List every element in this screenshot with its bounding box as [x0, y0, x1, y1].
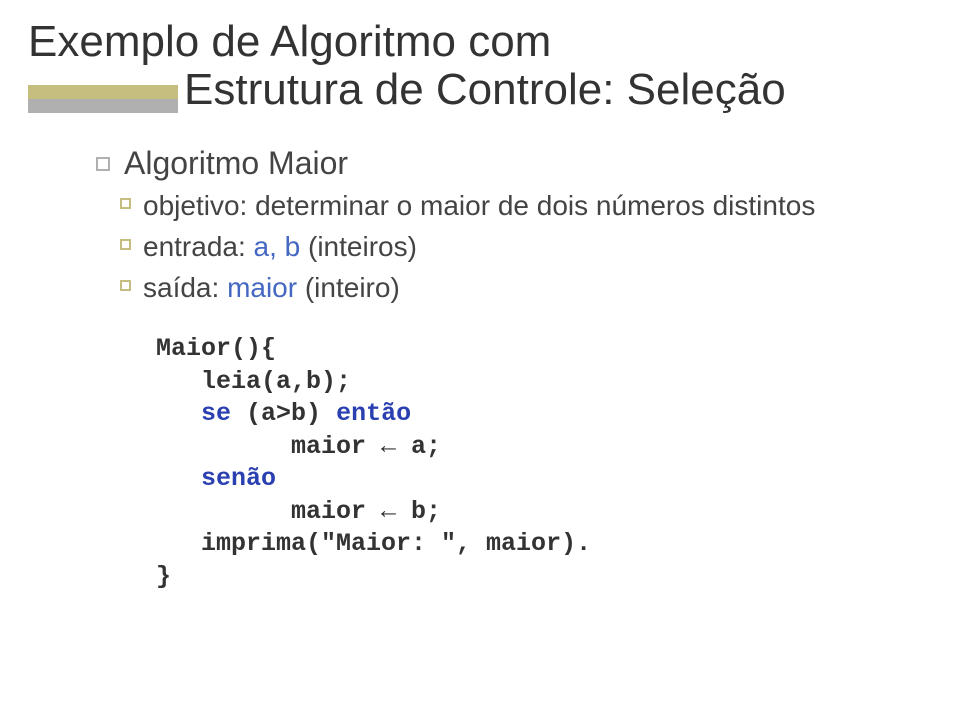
square-bullet-small-icon — [120, 239, 131, 250]
code-line-7: imprima("Maior: ", maior). — [156, 528, 912, 561]
bullet-level2-entrada: entrada: a, b (inteiros) — [120, 229, 912, 264]
slide: Exemplo de Algoritmo com Estrutura de Co… — [0, 0, 960, 720]
code-line-6: maior ← b; — [156, 496, 912, 529]
bullet-level2-saida: saída: maior (inteiro) — [120, 270, 912, 305]
code-l5-pre — [156, 464, 201, 493]
bullet-level1-text: Algoritmo Maior — [124, 145, 348, 182]
slide-title-line1: Exemplo de Algoritmo com — [28, 18, 960, 66]
square-bullet-small-icon — [120, 198, 131, 209]
code-line-4: maior ← a; — [156, 431, 912, 464]
slide-body: Algoritmo Maior objetivo: determinar o m… — [0, 113, 960, 593]
entrada-post: (inteiros) — [300, 231, 417, 262]
code-line-8: } — [156, 561, 912, 594]
bullet-saida-text: saída: maior (inteiro) — [143, 270, 400, 305]
slide-title-block: Exemplo de Algoritmo com Estrutura de Co… — [0, 18, 960, 113]
accent-olive-bar — [28, 85, 178, 99]
saida-post: (inteiro) — [297, 272, 400, 303]
code-line-3: se (a>b) então — [156, 398, 912, 431]
code-line-5: senão — [156, 463, 912, 496]
code-line-2: leia(a,b); — [156, 366, 912, 399]
keyword-se: se — [201, 399, 231, 428]
entrada-highlight: a, b — [254, 231, 301, 262]
accent-gray-bar — [28, 99, 178, 113]
entrada-pre: entrada: — [143, 231, 254, 262]
code-line-1: Maior(){ — [156, 333, 912, 366]
saida-highlight: maior — [227, 272, 297, 303]
square-bullet-icon — [96, 157, 110, 171]
slide-title-line2: Estrutura de Controle: Seleção — [178, 66, 960, 114]
keyword-senao: senão — [201, 464, 276, 493]
square-bullet-small-icon — [120, 280, 131, 291]
bullet-objetivo-text: objetivo: determinar o maior de dois núm… — [143, 188, 815, 223]
code-l3-pre — [156, 399, 201, 428]
saida-pre: saída: — [143, 272, 227, 303]
keyword-entao: então — [336, 399, 411, 428]
title-accent-bars — [28, 85, 178, 113]
bullet-level1: Algoritmo Maior — [96, 145, 912, 182]
pseudocode-block: Maior(){ leia(a,b); se (a>b) então maior… — [156, 333, 912, 593]
bullet-level2-objetivo: objetivo: determinar o maior de dois núm… — [120, 188, 912, 223]
bullet-entrada-text: entrada: a, b (inteiros) — [143, 229, 417, 264]
code-l3-mid: (a>b) — [231, 399, 336, 428]
